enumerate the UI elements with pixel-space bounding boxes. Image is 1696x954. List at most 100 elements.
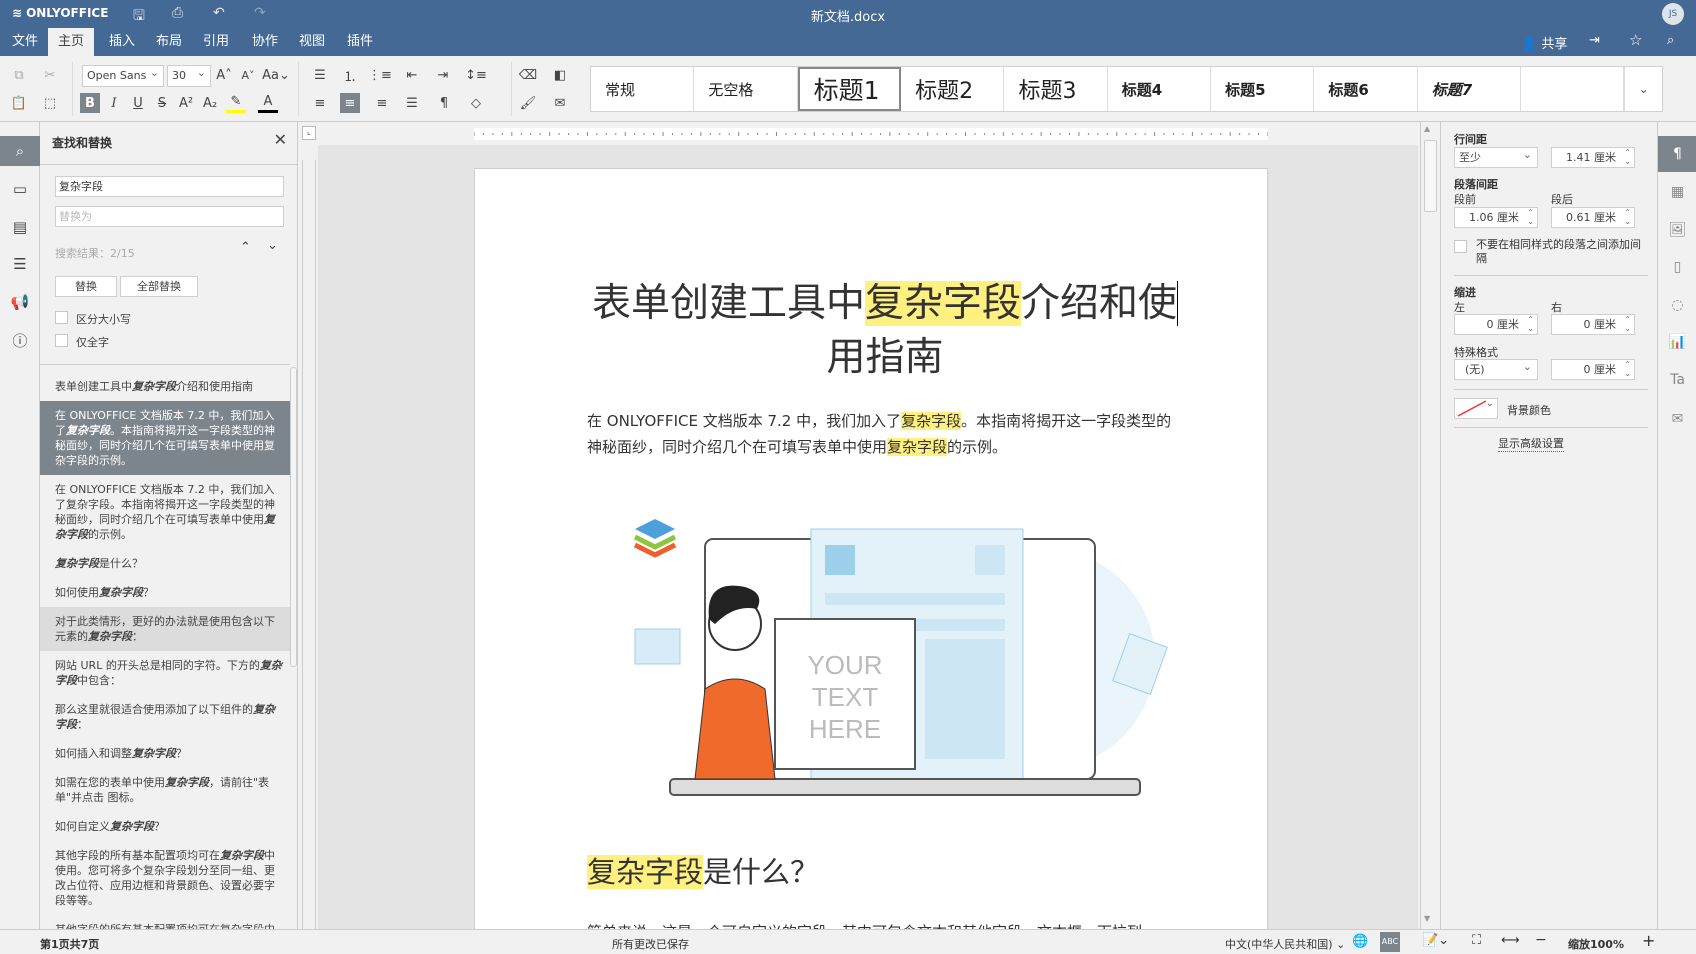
spacing-before-input[interactable]: 1.06 厘米	[1454, 207, 1538, 228]
table-settings-icon[interactable]: ▦	[1658, 174, 1696, 210]
bold-icon[interactable]: B	[80, 93, 100, 113]
results-scrollbar[interactable]	[290, 367, 297, 667]
mail-merge-icon[interactable]: ✉	[550, 93, 570, 113]
style-heading-3[interactable]: 标题3	[1004, 67, 1108, 111]
bullets-icon[interactable]: ☰	[310, 65, 330, 85]
whole-words-checkbox[interactable]	[55, 334, 68, 347]
style-heading-7[interactable]: 标题7	[1418, 67, 1521, 111]
page-count[interactable]: 第1页共7页	[40, 936, 99, 952]
illustration-image[interactable]: YOUR TEXT HERE	[625, 509, 1185, 819]
document-scrollbar[interactable]: ▲ ▼	[1420, 122, 1440, 929]
font-size-select[interactable]: 30	[167, 63, 211, 87]
feedback-icon[interactable]: 📢	[0, 287, 40, 317]
style-heading-6[interactable]: 标题6	[1314, 67, 1418, 111]
scroll-down-icon[interactable]: ▼	[1424, 914, 1430, 923]
chart-settings-icon[interactable]: 📊	[1658, 324, 1696, 360]
strikethrough-icon[interactable]: S	[152, 93, 172, 113]
no-space-same-style-checkbox[interactable]	[1454, 240, 1467, 253]
search-input[interactable]: 复杂字段	[55, 176, 284, 197]
section-paragraph[interactable]: 简单来说，这是一个可自定义的字段，其中可包含文本和其他字段、文本框、下拉列	[587, 919, 1187, 929]
fit-page-icon[interactable]: ⛶	[1472, 933, 1481, 948]
font-color-icon[interactable]: A	[258, 93, 278, 113]
indent-right-input[interactable]: 0 厘米	[1551, 314, 1635, 335]
style-no-spacing[interactable]: 无空格	[694, 67, 798, 111]
special-format-value-input[interactable]: 0 厘米	[1551, 359, 1635, 380]
text-art-icon[interactable]: Ta	[1658, 362, 1696, 398]
style-heading-5[interactable]: 标题5	[1211, 67, 1315, 111]
tab-view[interactable]: 视图	[289, 28, 335, 56]
align-left-icon[interactable]: ≡	[310, 93, 330, 113]
globe-icon[interactable]: 🌐	[1352, 934, 1368, 949]
tab-home[interactable]: 主页	[48, 28, 95, 56]
copy-style-icon[interactable]: 🖌	[518, 93, 538, 113]
italic-icon[interactable]: I	[104, 93, 124, 113]
track-changes-icon[interactable]: 📝⌄	[1422, 933, 1449, 948]
search-result-item[interactable]: 其他字段的所有基本配置项均可在复杂字段中使用。您可将多个复杂字段划分至同一组、更…	[40, 841, 290, 915]
cut-icon[interactable]: ✂	[40, 65, 60, 85]
search-result-item[interactable]: 如何插入和调整复杂字段？	[40, 739, 290, 768]
intro-paragraph[interactable]: 在 ONLYOFFICE 文档版本 7.2 中，我们加入了复杂字段。本指南将揭开…	[587, 408, 1187, 460]
tab-file[interactable]: 文件	[2, 28, 48, 56]
previous-result-icon[interactable]: ⌃	[240, 240, 251, 255]
tab-layout[interactable]: 布局	[146, 28, 192, 56]
line-spacing-type-select[interactable]: 至少	[1454, 145, 1538, 168]
font-name-select[interactable]: Open Sans	[82, 63, 164, 87]
next-result-icon[interactable]: ⌄	[267, 238, 278, 253]
search-result-item[interactable]: 如需在您的表单中使用复杂字段，请前往"表单"并点击 图标。	[40, 768, 290, 812]
search-result-item[interactable]: 如何自定义复杂字段？	[40, 812, 290, 841]
comments-icon[interactable]: ▭	[0, 174, 40, 204]
shape-settings-icon[interactable]: ◌	[1658, 287, 1696, 323]
favorite-star-icon[interactable]: ☆	[1629, 31, 1642, 49]
fit-width-icon[interactable]: ⟷	[1501, 933, 1520, 948]
search-result-item[interactable]: 在 ONLYOFFICE 文档版本 7.2 中，我们加入了复杂字段。本指南将揭开…	[40, 401, 290, 475]
mail-merge-icon[interactable]: ✉	[1658, 401, 1696, 437]
shading-icon[interactable]: ◇	[466, 93, 486, 113]
tab-insert[interactable]: 插入	[99, 28, 145, 56]
tab-plugins[interactable]: 插件	[337, 28, 383, 56]
tab-references[interactable]: 引用	[193, 28, 239, 56]
color-scheme-icon[interactable]: ◧	[550, 65, 570, 85]
style-empty[interactable]	[1521, 67, 1625, 111]
tab-collaboration[interactable]: 协作	[242, 28, 288, 56]
decrease-font-icon[interactable]: A˅	[238, 65, 258, 85]
style-heading-4[interactable]: 标题4	[1108, 67, 1212, 111]
info-icon[interactable]: ⓘ	[0, 325, 40, 355]
scrollbar-thumb[interactable]	[1424, 140, 1437, 212]
user-avatar[interactable]: JS	[1662, 3, 1684, 25]
search-result-item[interactable]: 在 ONLYOFFICE 文档版本 7.2 中，我们加入了复杂字段。本指南将揭开…	[40, 475, 290, 549]
close-icon[interactable]: ✕	[274, 130, 287, 149]
image-settings-icon[interactable]: 🖼	[1658, 212, 1696, 248]
subscript-icon[interactable]: A₂	[200, 93, 220, 113]
multilevel-list-icon[interactable]: ⋮≡	[368, 65, 392, 85]
increase-font-icon[interactable]: A˄	[214, 65, 234, 85]
change-case-icon[interactable]: Aa⌄	[262, 65, 290, 85]
spacing-after-input[interactable]: 0.61 厘米	[1551, 207, 1635, 228]
search-icon[interactable]: ⌕	[0, 136, 40, 166]
search-result-item[interactable]: 对于此类情形，更好的办法就是使用包含以下元素的复杂字段：	[40, 607, 290, 651]
horizontal-ruler[interactable]	[474, 126, 1268, 142]
paragraph-marks-icon[interactable]: ¶	[434, 93, 454, 113]
document-title-heading[interactable]: 表单创建工具中复杂字段介绍和使 用指南	[585, 277, 1185, 385]
match-case-checkbox[interactable]	[55, 311, 68, 324]
language-select[interactable]: 中文(中华人民共和国) ⌄	[1225, 936, 1345, 952]
search-result-item[interactable]: 网站 URL 的开头总是相同的字符。下方的复杂字段中包含：	[40, 651, 290, 695]
chevron-down-icon[interactable]: ⌄	[1624, 67, 1662, 111]
paste-icon[interactable]: 📋	[9, 93, 29, 113]
underline-icon[interactable]: U	[128, 93, 148, 113]
open-location-icon[interactable]: ⇥	[1589, 33, 1600, 48]
header-footer-icon[interactable]: ▯	[1658, 249, 1696, 285]
spellcheck-icon[interactable]: ABC	[1380, 932, 1400, 952]
vertical-ruler[interactable]	[302, 160, 316, 929]
search-result-item[interactable]: 其他字段的所有基本配置项均可在复杂字段中使用。您可将多个复杂字段划分至同一组、更…	[40, 915, 290, 929]
decrease-indent-icon[interactable]: ⇤	[402, 65, 422, 85]
background-color-picker[interactable]: ⌄	[1454, 398, 1498, 419]
select-all-icon[interactable]: ⬚	[40, 93, 60, 113]
align-right-icon[interactable]: ≡	[372, 93, 392, 113]
numbering-icon[interactable]: ⒈	[340, 65, 360, 85]
style-heading-2[interactable]: 标题2	[901, 67, 1005, 111]
replace-button[interactable]: 替换	[55, 276, 117, 297]
copy-icon[interactable]: ⧉	[9, 65, 29, 85]
justify-icon[interactable]: ☰	[402, 93, 422, 113]
highlight-color-icon[interactable]: ✎	[226, 93, 246, 113]
clear-style-icon[interactable]: ⌫	[518, 65, 538, 85]
